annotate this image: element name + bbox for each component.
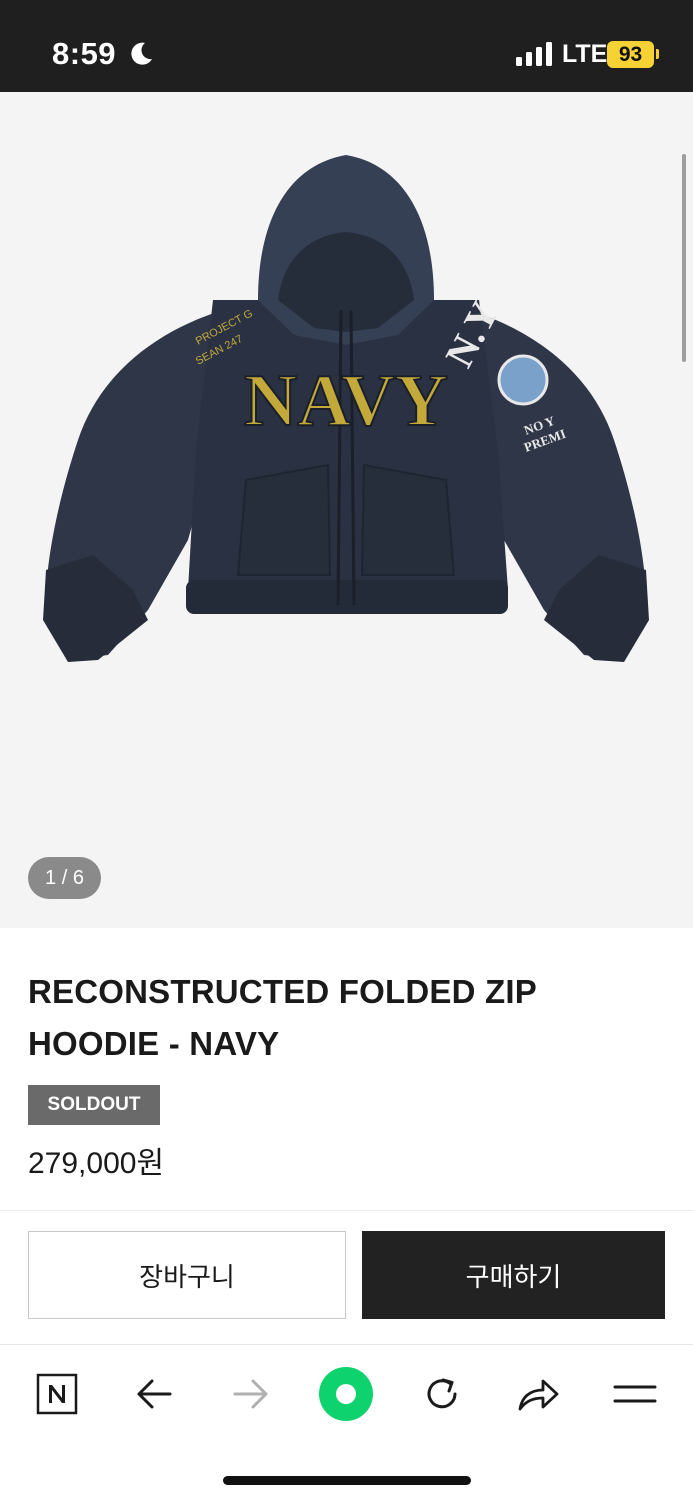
menu-icon[interactable]: [608, 1367, 662, 1421]
product-image-gallery[interactable]: NAVY PROJECT G SEAN 247 N.Y NO Y PREMI 1…: [0, 92, 693, 928]
add-to-cart-button[interactable]: 장바구니: [28, 1231, 346, 1319]
forward-arrow-icon[interactable]: [224, 1367, 278, 1421]
soldout-badge: SOLDOUT: [28, 1085, 160, 1125]
product-price: 279,000원: [28, 1147, 165, 1180]
home-indicator[interactable]: [223, 1476, 471, 1485]
naver-n-icon[interactable]: [30, 1367, 84, 1421]
battery-tip: [656, 49, 659, 59]
page-scrollbar[interactable]: [682, 154, 686, 362]
status-time: 8:59: [52, 36, 117, 71]
browser-toolbar: [0, 1344, 693, 1500]
network-type: LTE: [562, 40, 608, 68]
svg-text:NAVY: NAVY: [244, 360, 448, 442]
battery-level: 93: [607, 41, 654, 68]
product-title: RECONSTRUCTED FOLDED ZIP HOODIE - NAVY: [28, 973, 537, 1062]
refresh-icon[interactable]: [415, 1367, 469, 1421]
purchase-action-bar: 장바구니 구매하기: [0, 1210, 693, 1344]
hoodie-product-image: NAVY PROJECT G SEAN 247 N.Y NO Y PREMI: [43, 155, 649, 662]
image-page-indicator: 1 / 6: [28, 857, 101, 899]
status-bar: 8:59 LTE 93: [0, 0, 693, 92]
back-arrow-icon[interactable]: [127, 1367, 181, 1421]
green-dot-icon[interactable]: [319, 1367, 373, 1421]
signal-icon: [516, 42, 552, 66]
buy-now-button[interactable]: 구매하기: [362, 1231, 665, 1319]
battery-icon: 93: [607, 41, 659, 68]
moon-icon: [131, 42, 152, 65]
share-icon[interactable]: [511, 1367, 565, 1421]
